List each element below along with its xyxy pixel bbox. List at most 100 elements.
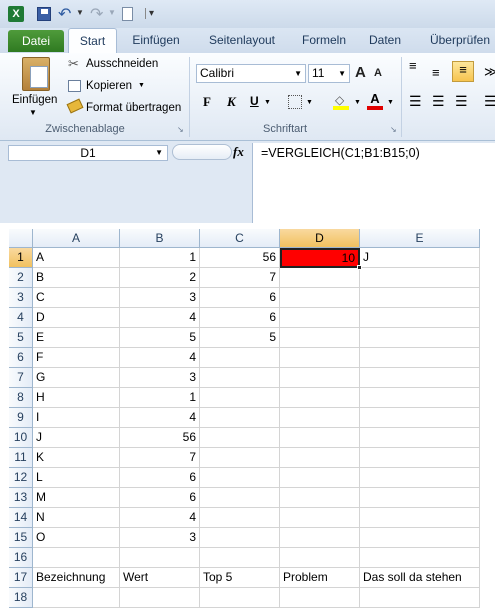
cell-b10[interactable]: 56 [120, 428, 200, 448]
cell-a10[interactable]: J [33, 428, 120, 448]
insert-function-icon[interactable]: fx [233, 144, 244, 160]
align-left-icon[interactable]: ☰ [409, 93, 422, 110]
row-header[interactable]: 5 [9, 328, 33, 348]
copy-button[interactable]: Kopieren [86, 80, 132, 92]
row-header[interactable]: 8 [9, 388, 33, 408]
cell-d17[interactable]: Problem [280, 568, 360, 588]
cell-a1[interactable]: A [33, 248, 120, 268]
cell-c18[interactable] [200, 588, 280, 608]
cell-a11[interactable]: K [33, 448, 120, 468]
fill-color-dropdown-icon[interactable]: ▼ [354, 99, 361, 106]
cell-c8[interactable] [200, 388, 280, 408]
row-header[interactable]: 12 [9, 468, 33, 488]
align-middle-icon[interactable]: ≡ [432, 65, 440, 80]
align-top-icon[interactable]: ≡ [409, 59, 425, 72]
font-name-dropdown-icon[interactable]: ▼ [294, 65, 302, 82]
column-header-c[interactable]: C [200, 229, 280, 248]
row-header[interactable]: 9 [9, 408, 33, 428]
cell-c14[interactable] [200, 508, 280, 528]
select-all-button[interactable] [9, 229, 33, 248]
cell-d15[interactable] [280, 528, 360, 548]
column-header-e[interactable]: E [360, 229, 480, 248]
row-header[interactable]: 18 [9, 588, 33, 608]
cell-d3[interactable] [280, 288, 360, 308]
borders-dropdown-icon[interactable]: ▼ [306, 99, 313, 106]
cell-e16[interactable] [360, 548, 480, 568]
column-header-d[interactable]: D [280, 229, 360, 248]
cell-d2[interactable] [280, 268, 360, 288]
cell-e15[interactable] [360, 528, 480, 548]
cell-a3[interactable]: C [33, 288, 120, 308]
row-header[interactable]: 13 [9, 488, 33, 508]
cell-b13[interactable]: 6 [120, 488, 200, 508]
tab-datei[interactable]: Datei [8, 30, 64, 52]
cell-e17[interactable]: Das soll da stehen [360, 568, 480, 588]
fill-color-icon[interactable]: ◇ [333, 93, 349, 110]
paste-dropdown-icon[interactable]: ▼ [29, 108, 37, 117]
cell-b14[interactable]: 4 [120, 508, 200, 528]
font-launcher-icon[interactable]: ↘ [390, 125, 397, 134]
cell-b9[interactable]: 4 [120, 408, 200, 428]
name-box-dropdown-icon[interactable]: ▼ [155, 146, 163, 160]
formula-input[interactable]: =VERGLEICH(C1;B1:B15;0) [252, 143, 495, 223]
row-header[interactable]: 16 [9, 548, 33, 568]
cell-b2[interactable]: 2 [120, 268, 200, 288]
font-size-box[interactable]: 11 ▼ [308, 64, 350, 83]
cell-b3[interactable]: 3 [120, 288, 200, 308]
tab-ueberpruefen[interactable]: Überprüfen [420, 28, 495, 53]
row-header[interactable]: 17 [9, 568, 33, 588]
paste-button[interactable]: Einfügen [12, 94, 57, 106]
italic-button[interactable]: K [227, 94, 236, 110]
cell-c5[interactable]: 5 [200, 328, 280, 348]
tab-einfuegen[interactable]: Einfügen [124, 28, 188, 53]
cell-d1[interactable]: 10 [280, 248, 360, 268]
cell-e1[interactable]: J [360, 248, 480, 268]
cell-a4[interactable]: D [33, 308, 120, 328]
align-right-icon[interactable]: ☰ [455, 93, 468, 110]
row-header[interactable]: 15 [9, 528, 33, 548]
cell-d9[interactable] [280, 408, 360, 428]
cell-c11[interactable] [200, 448, 280, 468]
shrink-font-icon[interactable]: A [374, 67, 382, 79]
format-painter-icon[interactable] [66, 98, 84, 114]
cell-d11[interactable] [280, 448, 360, 468]
align-center-icon[interactable]: ☰ [432, 93, 445, 110]
row-header[interactable]: 2 [9, 268, 33, 288]
cell-e10[interactable] [360, 428, 480, 448]
cell-e6[interactable] [360, 348, 480, 368]
cell-a13[interactable]: M [33, 488, 120, 508]
row-header[interactable]: 11 [9, 448, 33, 468]
format-painter-button[interactable]: Format übertragen [86, 102, 181, 114]
grow-font-icon[interactable]: A [355, 64, 366, 81]
cell-c13[interactable] [200, 488, 280, 508]
save-icon[interactable] [37, 7, 51, 21]
cell-a5[interactable]: E [33, 328, 120, 348]
cell-b4[interactable]: 4 [120, 308, 200, 328]
cell-c15[interactable] [200, 528, 280, 548]
cell-d16[interactable] [280, 548, 360, 568]
cell-e14[interactable] [360, 508, 480, 528]
fill-handle[interactable] [357, 265, 362, 270]
row-header[interactable]: 1 [9, 248, 33, 268]
cell-d6[interactable] [280, 348, 360, 368]
row-header[interactable]: 10 [9, 428, 33, 448]
cell-a16[interactable] [33, 548, 120, 568]
cut-icon[interactable]: ✂ [68, 56, 79, 72]
decrease-indent-icon[interactable]: ☰ [484, 93, 495, 110]
new-document-icon[interactable] [122, 7, 133, 21]
font-name-box[interactable]: Calibri ▼ [196, 64, 306, 83]
cell-e12[interactable] [360, 468, 480, 488]
paste-icon[interactable] [22, 57, 50, 91]
cell-e18[interactable] [360, 588, 480, 608]
cell-a18[interactable] [33, 588, 120, 608]
cell-b5[interactable]: 5 [120, 328, 200, 348]
copy-dropdown-icon[interactable]: ▼ [138, 82, 145, 89]
cell-a15[interactable]: O [33, 528, 120, 548]
cell-e7[interactable] [360, 368, 480, 388]
underline-dropdown-icon[interactable]: ▼ [264, 99, 271, 106]
row-header[interactable]: 7 [9, 368, 33, 388]
row-header[interactable]: 6 [9, 348, 33, 368]
cell-d18[interactable] [280, 588, 360, 608]
cell-b11[interactable]: 7 [120, 448, 200, 468]
underline-button[interactable]: U [250, 94, 259, 108]
